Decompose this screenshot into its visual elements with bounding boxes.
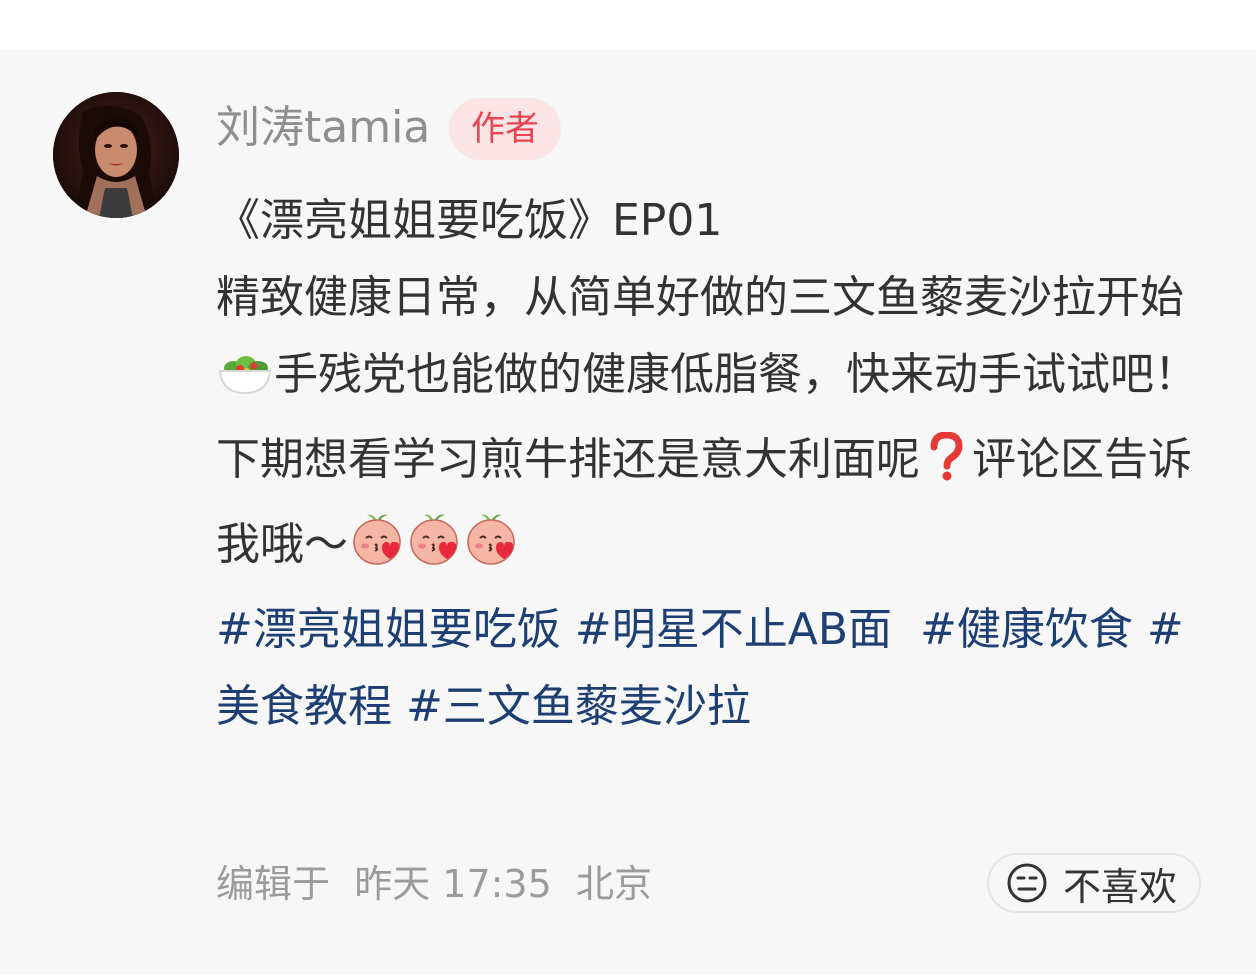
comment-card: 刘涛tamia 作者 《漂亮姐姐要吃饭》EP01 精致健康日常，从简单好做的三文… (0, 50, 1256, 975)
peach-kiss-sticker-icon (462, 511, 519, 591)
hashtag-link[interactable]: #明星不止AB面 (575, 604, 892, 655)
author-badge: 作者 (449, 98, 561, 160)
hashtag-list: #漂亮姐姐要吃饭 #明星不止AB面 #健康饮食 #美食教程 #三文鱼藜麦沙拉 (216, 591, 1216, 745)
post-meta: 编辑于 昨天 17:35 北京 (216, 856, 652, 912)
avatar-portrait-icon (53, 92, 179, 218)
red-question-mark-icon (920, 429, 972, 506)
post-body-text: 手残党也能做的健康低脂餐，快来动手试试吧！ (274, 349, 1198, 400)
post-title: 《漂亮姐姐要吃饭》EP01 (216, 195, 723, 246)
edited-time: 昨天 17:35 (354, 862, 552, 906)
post-content: 《漂亮姐姐要吃饭》EP01 精致健康日常，从简单好做的三文鱼藜麦沙拉开始 手残党… (216, 182, 1216, 745)
hashtag-link[interactable]: #三文鱼藜麦沙拉 (406, 681, 751, 732)
post-question-paragraph: 下期想看学习煎牛排还是意大利面呢 评论区告诉我哦～ (216, 421, 1216, 591)
author-name[interactable]: 刘涛tamia (216, 100, 430, 156)
dislike-label: 不喜欢 (1063, 864, 1178, 909)
peach-kiss-sticker-icon (405, 511, 462, 591)
post-question-text: 下期想看学习煎牛排还是意大利面呢 (216, 434, 920, 485)
hashtag-link[interactable]: #漂亮姐姐要吃饭 (216, 604, 561, 655)
post-body-paragraph: 精致健康日常，从简单好做的三文鱼藜麦沙拉开始 手残党也能做的健康低脂餐，快来动手… (216, 259, 1216, 421)
hashtag-link[interactable]: #健康饮食 (920, 604, 1133, 655)
meh-face-icon (1007, 863, 1047, 903)
ip-location: 北京 (575, 862, 652, 906)
avatar[interactable] (53, 92, 179, 218)
peach-kiss-sticker-icon (348, 511, 405, 591)
dislike-button[interactable]: 不喜欢 (987, 853, 1201, 913)
edited-label: 编辑于 (216, 862, 331, 906)
salad-bowl-icon (216, 344, 274, 421)
post-body-text: 精致健康日常，从简单好做的三文鱼藜麦沙拉开始 (216, 272, 1184, 323)
